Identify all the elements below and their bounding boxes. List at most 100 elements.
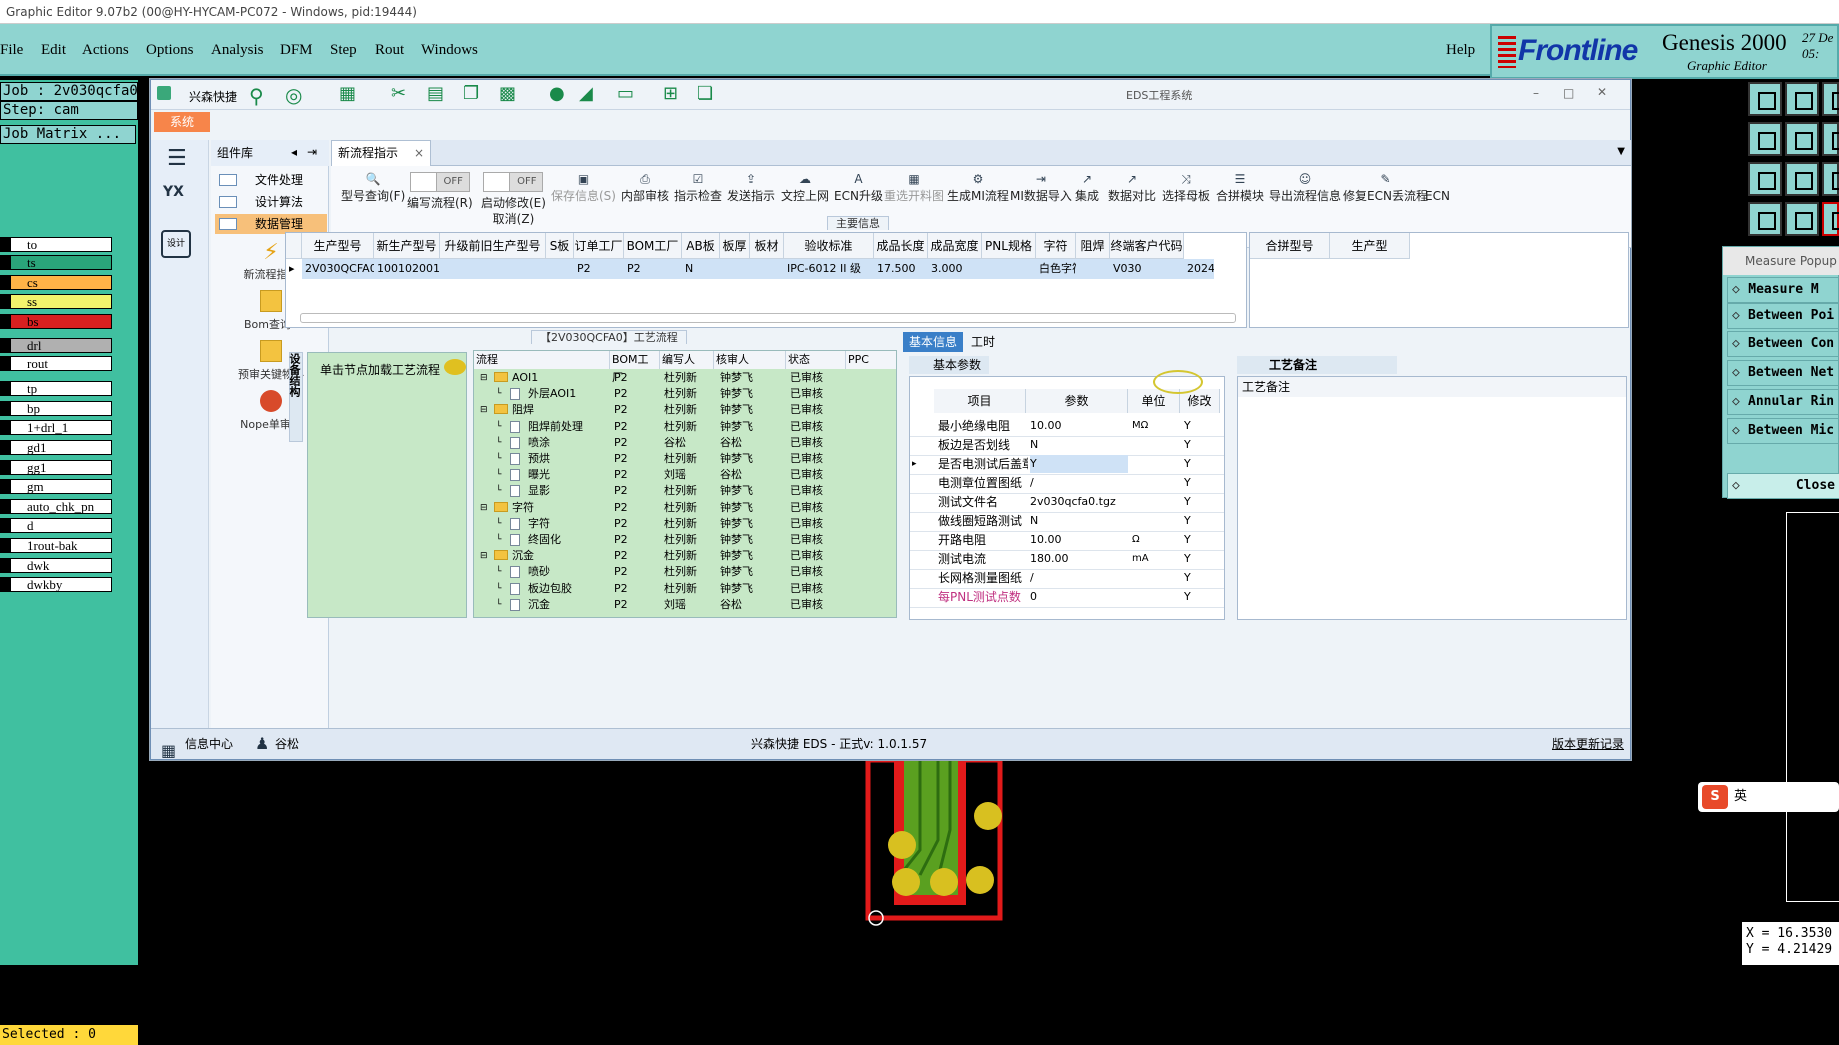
info-center-icon[interactable]: ▦ [161, 736, 176, 766]
layer-switch-icon[interactable] [1, 275, 11, 289]
ribbon-button[interactable]: OFF 启动修改(E) 取消(Z) [481, 172, 546, 227]
measure-annular-ring[interactable]: Annular Rin [1727, 389, 1839, 415]
layer-switch-icon[interactable] [1, 578, 11, 592]
grid-column-header[interactable]: 板材 [750, 233, 784, 259]
grid-column-header[interactable]: 新生产型号 [374, 233, 440, 259]
pin-icon[interactable]: ⇥ [307, 145, 317, 159]
grid-column-header[interactable]: S板 [546, 233, 574, 259]
layer-row[interactable]: ss [0, 294, 112, 310]
tool-measure-icon[interactable] [1822, 202, 1839, 236]
minimize-icon[interactable]: – [1533, 86, 1539, 100]
grid-cell[interactable] [720, 259, 750, 279]
copy-icon[interactable]: ❐ [463, 83, 479, 104]
search-icon[interactable]: ⚲ [249, 84, 264, 108]
grid-cell[interactable]: 3.000 [928, 259, 982, 279]
ribbon-button[interactable]: ☑ 指示检查 [674, 172, 722, 204]
tool-zoom-up-icon[interactable] [1748, 82, 1782, 116]
grid-column-header[interactable]: 生产型号 [302, 233, 374, 259]
menu-edit[interactable]: Edit [41, 42, 66, 59]
layer-row[interactable]: ts [0, 255, 112, 271]
ribbon-button[interactable]: ☁ 文控上网 [781, 172, 829, 204]
grid-column-header[interactable]: 板厚 [720, 233, 750, 259]
layer-row[interactable]: 1+drl_1 [0, 420, 112, 436]
measure-between-points[interactable]: Between Poi [1727, 303, 1839, 329]
tabbar-menu-icon[interactable]: ▼ [1617, 146, 1625, 157]
grid-cell[interactable]: 17.500 [874, 259, 928, 279]
layer-row[interactable]: cs [0, 274, 112, 290]
comment-icon[interactable] [444, 359, 466, 375]
menu-options[interactable]: Options [146, 42, 194, 59]
ribbon-button[interactable]: ↗ 集成 [1075, 172, 1099, 204]
grid-column-header[interactable]: BOM工厂 [624, 233, 682, 259]
layer-switch-icon[interactable] [1, 441, 11, 454]
param-row[interactable]: 每PNL测试点数 0 Y [910, 586, 1224, 608]
layer-switch-icon[interactable] [1, 558, 11, 572]
tab-work-hours[interactable]: 工时 [971, 332, 995, 352]
tool-home-icon[interactable] [1822, 162, 1839, 196]
menu-rout[interactable]: Rout [375, 42, 404, 59]
monitor-icon[interactable]: ▭ [617, 83, 634, 104]
grid-column-header[interactable]: 成品宽度 [928, 233, 982, 259]
layer-row[interactable]: dwk [0, 557, 112, 573]
menu-actions[interactable]: Actions [82, 42, 129, 59]
tool-fit-icon[interactable] [1748, 162, 1782, 196]
layer-row[interactable]: dwkby [0, 577, 112, 593]
layer-switch-icon[interactable] [1, 539, 11, 552]
layer-row[interactable]: to [0, 237, 112, 252]
ribbon-button[interactable]: ⎙ 内部审核 [621, 172, 669, 204]
grid-column-header[interactable]: 阻焊 [1076, 233, 1110, 259]
layer-row[interactable]: rout [0, 356, 112, 371]
tree-column-header[interactable]: 核审人 [714, 351, 786, 369]
tree-column-header[interactable]: 流程 [474, 351, 610, 369]
param-column-header[interactable]: 项目 [934, 389, 1026, 413]
layer-row[interactable]: tp [0, 381, 112, 397]
grid-cell[interactable]: N [682, 259, 720, 279]
windows-icon[interactable]: ⊞ [663, 83, 678, 104]
ribbon-button[interactable]: ☰ 合拼模块 [1216, 172, 1264, 204]
info-center-label[interactable]: 信息中心 [185, 729, 233, 759]
layer-switch-icon[interactable] [1, 460, 11, 474]
layer-row[interactable]: auto_chk_pn [0, 498, 112, 514]
grid-column-header[interactable]: 字符 [1036, 233, 1076, 259]
remark-tab[interactable]: 工艺备注 [1237, 356, 1397, 374]
tool-center-icon[interactable] [1785, 162, 1819, 196]
help-ring-icon[interactable]: ◎ [285, 83, 302, 107]
group-data-management[interactable]: 数据管理 [215, 214, 327, 234]
layer-row[interactable]: gm [0, 479, 112, 495]
yx-logo-icon[interactable]: YX [163, 184, 184, 200]
measure-close-button[interactable]: Close [1727, 473, 1839, 499]
menu-dfm[interactable]: DFM [280, 42, 313, 59]
measure-between-micro[interactable]: Between Mic [1727, 418, 1839, 444]
ribbon-button[interactable]: A ECN升级 [834, 172, 883, 204]
tree-column-header[interactable]: 编写人 [660, 351, 714, 369]
grid-cell[interactable] [546, 259, 574, 279]
grid-cell[interactable]: 2024 [1184, 259, 1214, 279]
grid-cell[interactable]: 10010200198998 [374, 259, 440, 279]
grid-icon[interactable]: ▦ [339, 83, 356, 104]
hamburger-icon[interactable]: ☰ [167, 146, 187, 171]
grid-cell[interactable]: P2 [574, 259, 624, 279]
ribbon-button[interactable]: ☺ 导出流程信息 [1269, 172, 1341, 204]
group-design-algorithm[interactable]: 设计算法 [215, 192, 327, 212]
tool-refresh-icon[interactable] [1822, 122, 1839, 156]
tree-column-header[interactable]: PPC [846, 351, 896, 369]
layer-row[interactable]: gd1 [0, 440, 112, 455]
ribbon-button[interactable]: OFF 编写流程(R) [407, 172, 473, 211]
menu-analysis[interactable]: Analysis [211, 42, 264, 59]
grid-cell[interactable]: 2V030QCFA0 [302, 259, 374, 279]
param-value[interactable]: Y [1030, 455, 1128, 473]
user-icon[interactable]: ● [549, 83, 565, 104]
maximize-icon[interactable]: □ [1563, 86, 1574, 100]
tool-copy-icon[interactable] [1822, 82, 1839, 116]
ribbon-button[interactable]: ⚙ 生成MI流程 [947, 172, 1009, 204]
layer-switch-icon[interactable] [1, 382, 11, 396]
layer-switch-icon[interactable] [1, 295, 11, 309]
ribbon-button[interactable]: ⇥ MI数据导入 [1010, 172, 1072, 204]
toggle-switch[interactable]: OFF [483, 172, 544, 192]
tool-line-icon[interactable] [1785, 202, 1819, 236]
job-matrix-button[interactable]: Job Matrix ... [0, 125, 136, 144]
tab-new-flow[interactable]: 新流程指示 × [331, 140, 431, 166]
grid-cell[interactable] [1076, 259, 1110, 279]
menu-step[interactable]: Step [330, 42, 357, 59]
tool-pan-right-icon[interactable] [1785, 122, 1819, 156]
